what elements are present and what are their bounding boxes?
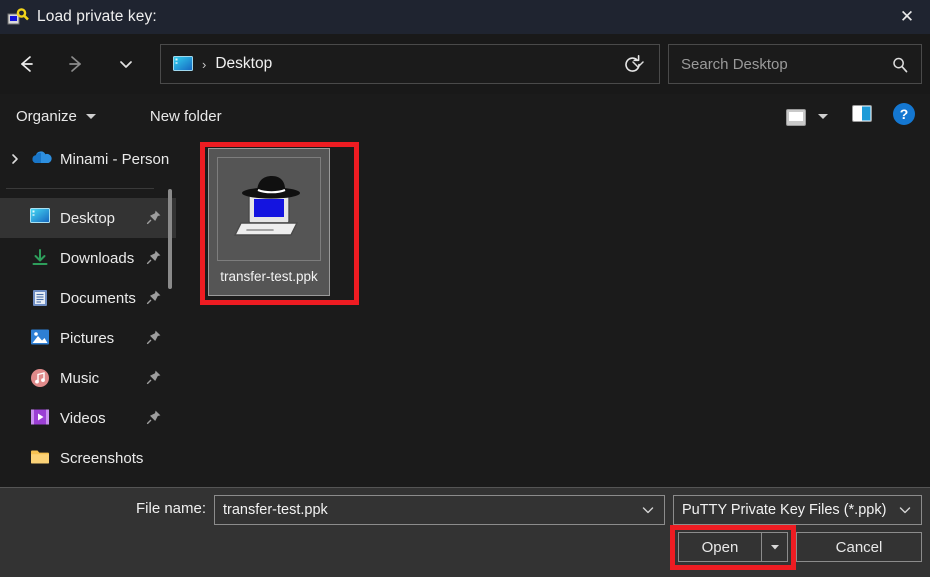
pin-icon[interactable]: [146, 369, 162, 385]
pin-icon[interactable]: [146, 289, 162, 305]
breadcrumb-separator: ›: [202, 56, 207, 72]
videos-icon: [30, 408, 50, 428]
desktop-folder-icon: [30, 208, 50, 228]
navigation-pane[interactable]: Minami - Person Desktop Downloads Docume…: [0, 139, 176, 487]
pin-icon[interactable]: [146, 209, 162, 225]
sidebar-item-downloads[interactable]: Downloads: [0, 238, 176, 278]
recent-locations-button[interactable]: [107, 45, 145, 83]
sidebar-item-label: Pictures: [60, 329, 115, 347]
sidebar-item-pictures[interactable]: Pictures: [0, 318, 176, 358]
file-name-label: transfer-test.ppk: [220, 269, 318, 284]
address-bar[interactable]: › Desktop: [160, 44, 660, 84]
cancel-button-label: Cancel: [835, 538, 883, 556]
sidebar-item-music[interactable]: Music: [0, 358, 176, 398]
putty-key-icon: [7, 6, 29, 28]
sidebar-divider: [6, 188, 154, 189]
file-type-value: PuTTY Private Key Files (*.ppk): [682, 502, 887, 518]
organize-button[interactable]: Organize: [10, 94, 102, 139]
desktop-icon: [173, 55, 193, 73]
new-folder-button[interactable]: New folder: [144, 94, 228, 139]
view-options-icon: [784, 107, 806, 127]
music-icon: [30, 368, 50, 388]
refresh-icon[interactable]: [612, 44, 652, 84]
svg-text:?: ?: [900, 106, 909, 122]
new-folder-label: New folder: [149, 108, 222, 125]
search-placeholder: Search Desktop: [681, 55, 788, 73]
open-button[interactable]: Open: [678, 532, 788, 562]
forward-button[interactable]: [57, 45, 95, 83]
load-private-key-dialog: Load private key: ✕ › Desktop Search Des…: [0, 0, 930, 577]
window-title: Load private key:: [37, 8, 157, 25]
toolbar-right-group: ?: [774, 94, 930, 139]
sidebar-item-label: Music: [60, 369, 100, 387]
sidebar-item-documents[interactable]: Documents: [0, 278, 176, 318]
file-name-input[interactable]: transfer-test.ppk: [214, 495, 665, 525]
help-icon: ?: [892, 102, 916, 131]
search-input[interactable]: Search Desktop: [668, 44, 922, 84]
command-toolbar: Organize New folder ?: [0, 94, 930, 139]
open-dropdown-button[interactable]: [761, 533, 787, 561]
downloads-icon: [30, 248, 50, 268]
sidebar-item-screenshots[interactable]: Screenshots: [0, 438, 176, 478]
pin-icon[interactable]: [146, 249, 162, 265]
pin-icon[interactable]: [146, 329, 162, 345]
file-type-select[interactable]: PuTTY Private Key Files (*.ppk): [673, 495, 922, 525]
view-options-button[interactable]: [774, 94, 806, 139]
documents-icon: [30, 288, 50, 308]
sidebar-item-label: Documents: [60, 289, 136, 307]
file-name-value: transfer-test.ppk: [223, 502, 328, 518]
chevron-right-icon[interactable]: [0, 153, 30, 165]
file-name-field-label: File name:: [136, 500, 207, 517]
preview-pane-icon: [850, 103, 874, 130]
sidebar-item-onedrive[interactable]: Minami - Person: [0, 139, 176, 179]
chevron-down-icon: [85, 114, 96, 119]
list-item[interactable]: transfer-test.ppk: [208, 148, 330, 296]
sidebar-item-desktop[interactable]: Desktop: [0, 198, 176, 238]
sidebar-item-label: Screenshots: [60, 449, 144, 467]
sidebar-item-label: Videos: [60, 409, 106, 427]
close-icon[interactable]: ✕: [884, 0, 930, 34]
back-button[interactable]: [7, 45, 45, 83]
sidebar-item-label: Downloads: [60, 249, 135, 267]
search-icon[interactable]: [889, 54, 911, 76]
chevron-down-icon[interactable]: [898, 503, 912, 520]
open-button-label: Open: [701, 538, 739, 556]
folder-icon: [30, 448, 50, 468]
breadcrumb[interactable]: Desktop: [215, 55, 272, 73]
sidebar-item-label: Minami - Person: [60, 150, 170, 168]
sidebar-item-videos[interactable]: Videos: [0, 398, 176, 438]
title-bar: Load private key: ✕: [0, 0, 930, 34]
putty-ppk-icon: [217, 157, 321, 261]
chevron-down-icon: [818, 114, 828, 119]
pin-icon[interactable]: [146, 409, 162, 425]
chevron-down-icon[interactable]: [641, 503, 655, 520]
cancel-button[interactable]: Cancel: [796, 532, 922, 562]
help-button[interactable]: ?: [884, 94, 930, 139]
sidebar-scrollbar[interactable]: [168, 189, 172, 289]
view-options-dropdown[interactable]: [806, 94, 840, 139]
organize-label: Organize: [16, 108, 77, 125]
file-list[interactable]: transfer-test.ppk: [176, 139, 930, 487]
sidebar-item-label: Desktop: [60, 209, 116, 227]
pictures-icon: [30, 328, 50, 348]
preview-pane-button[interactable]: [840, 94, 884, 139]
onedrive-cloud-icon: [30, 149, 52, 169]
